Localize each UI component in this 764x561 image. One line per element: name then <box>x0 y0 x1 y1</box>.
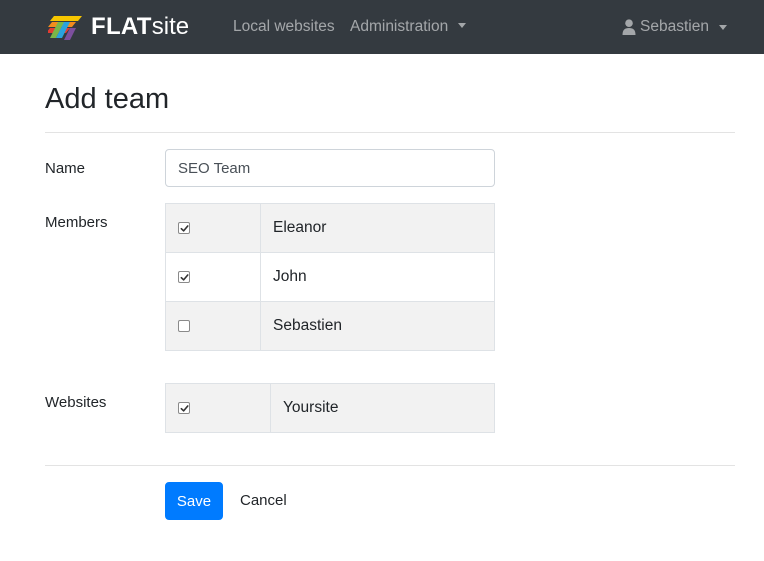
actions-divider <box>45 465 735 466</box>
member-name: Sebastien <box>260 301 495 351</box>
member-checkbox-john[interactable] <box>178 271 190 283</box>
checkmark-icon <box>180 273 189 281</box>
checkmark-icon <box>180 404 189 412</box>
members-label: Members <box>45 214 108 231</box>
title-divider <box>45 132 735 133</box>
save-button[interactable]: Save <box>165 482 223 520</box>
members-table: Eleanor John Sebastien <box>165 203 495 351</box>
user-icon <box>622 19 636 35</box>
member-row-sebastien: Sebastien <box>165 301 495 351</box>
name-label: Name <box>45 160 86 177</box>
brand-link[interactable]: FLATsite <box>48 12 189 42</box>
team-name-input[interactable] <box>165 149 495 187</box>
page-title: Add team <box>45 83 170 115</box>
checkmark-icon <box>180 224 189 232</box>
member-checkbox-sebastien[interactable] <box>178 320 190 332</box>
flatsite-logo-icon <box>48 14 84 40</box>
websites-table: Yoursite <box>165 383 495 433</box>
website-checkbox-yoursite[interactable] <box>178 402 190 414</box>
nav-dropdown-administration[interactable]: Administration <box>350 17 467 37</box>
brand-name: FLATsite <box>91 13 190 40</box>
user-name: Sebastien <box>640 18 709 35</box>
member-name: John <box>260 252 495 302</box>
member-name: Eleanor <box>260 203 495 253</box>
website-name: Yoursite <box>270 383 495 433</box>
top-navbar: FLATsite Local websites Administration S… <box>0 0 764 54</box>
member-row-john: John <box>165 252 495 302</box>
caret-down-icon <box>718 24 727 30</box>
cancel-link[interactable]: Cancel <box>240 491 287 511</box>
nav-link-local-websites[interactable]: Local websites <box>233 17 335 37</box>
user-menu-dropdown[interactable]: Sebastien <box>622 17 727 37</box>
website-row-yoursite: Yoursite <box>165 383 495 433</box>
member-row-eleanor: Eleanor <box>165 203 495 253</box>
websites-label: Websites <box>45 394 107 411</box>
member-checkbox-eleanor[interactable] <box>178 222 190 234</box>
caret-down-icon <box>458 23 467 28</box>
